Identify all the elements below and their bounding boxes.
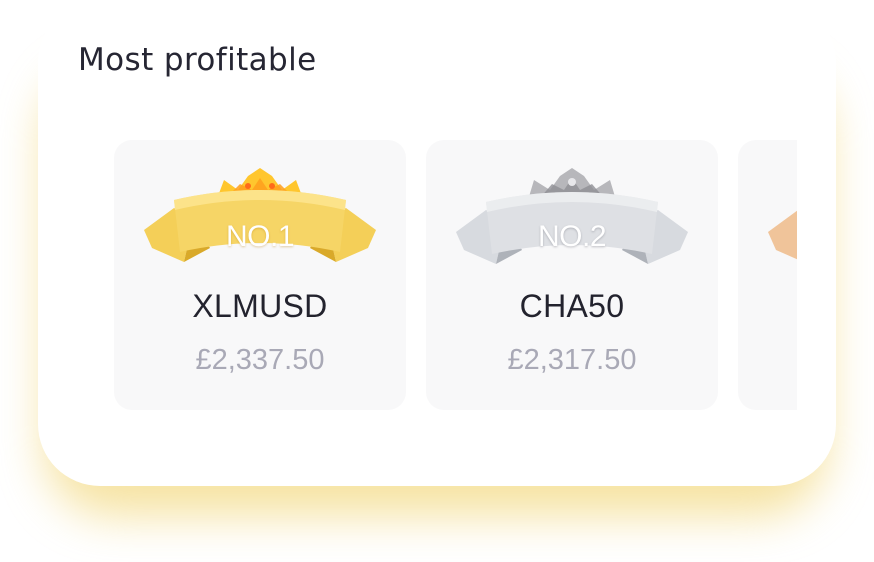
section-title: Most profitable xyxy=(78,42,317,78)
instrument-symbol: CHA50 xyxy=(519,288,625,324)
most-profitable-widget: Most profitable NO.1 XLMUSD £2,337.50 NO… xyxy=(0,0,874,562)
most-profitable-card: Most profitable NO.1 XLMUSD £2,337.50 NO… xyxy=(38,0,836,486)
ribbon-bronze-icon xyxy=(768,160,797,276)
rank-badge-label: NO.1 xyxy=(225,220,295,253)
ranking-carousel[interactable]: NO.1 XLMUSD £2,337.50 NO.2 CHA50 £2,317.… xyxy=(114,140,797,410)
rank-card-3[interactable] xyxy=(738,140,797,410)
rank-badge-label: NO.2 xyxy=(537,220,607,253)
rank-card-1[interactable]: NO.1 XLMUSD £2,337.50 xyxy=(114,140,406,410)
crown-ribbon-gold-icon: NO.1 xyxy=(144,160,376,276)
crown-ribbon-silver-icon: NO.2 xyxy=(456,160,688,276)
profit-value: £2,317.50 xyxy=(507,344,637,376)
instrument-symbol: XLMUSD xyxy=(192,288,328,324)
profit-value: £2,337.50 xyxy=(195,344,325,376)
rank-card-2[interactable]: NO.2 CHA50 £2,317.50 xyxy=(426,140,718,410)
